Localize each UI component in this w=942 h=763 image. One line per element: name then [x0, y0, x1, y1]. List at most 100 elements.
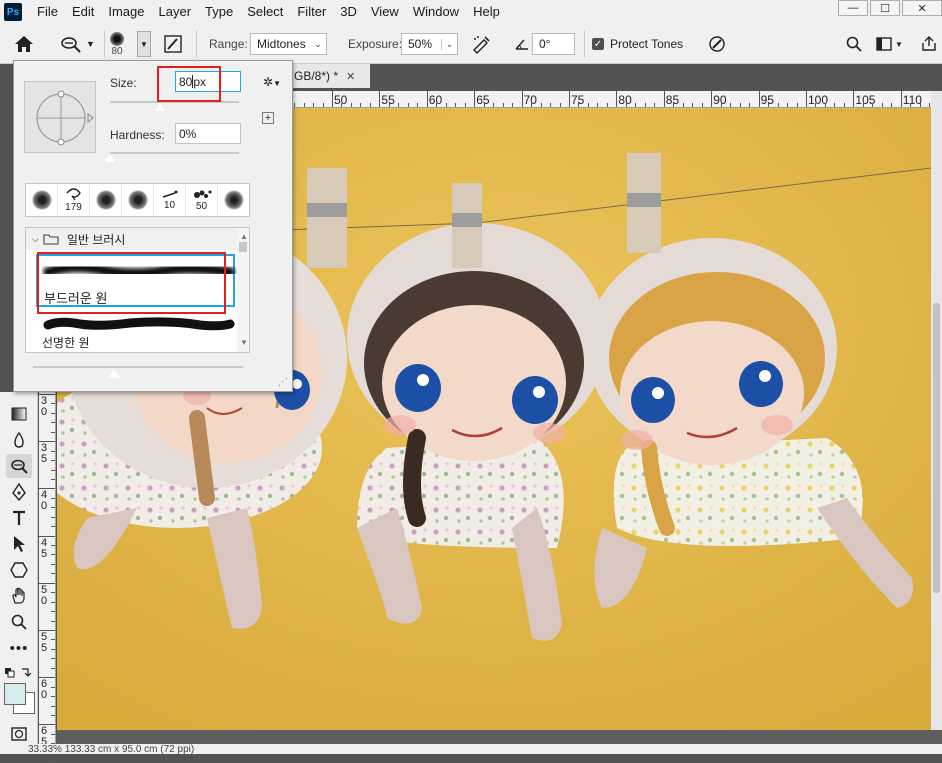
- blur-tool-button[interactable]: [6, 428, 32, 452]
- brush-settings-icon: [164, 35, 182, 53]
- shape-tool-button[interactable]: [6, 558, 32, 582]
- status-bar: 33.33% 133.33 cm x 95.0 cm (72 ppi): [0, 744, 942, 754]
- menu-help[interactable]: Help: [466, 0, 507, 24]
- folder-icon: [43, 234, 59, 245]
- angle-field[interactable]: 0°: [532, 33, 575, 55]
- pressure-size-button[interactable]: [707, 24, 727, 64]
- hardness-slider-track[interactable]: [110, 152, 239, 154]
- hand-icon: [12, 587, 25, 604]
- more-tools-button[interactable]: •••: [6, 636, 32, 660]
- size-unit: px: [193, 74, 207, 89]
- menu-file[interactable]: File: [30, 0, 65, 24]
- preview-size-slider-track[interactable]: [33, 366, 243, 368]
- quick-mask-button[interactable]: [6, 722, 32, 746]
- dodge-tool-preset-picker[interactable]: ▼: [60, 24, 95, 64]
- recent-brush-soft-round-3[interactable]: [218, 184, 249, 216]
- new-preset-button[interactable]: +: [262, 112, 274, 124]
- brush-picker-toggle[interactable]: ▼: [137, 24, 151, 64]
- separator: [196, 30, 197, 58]
- ruler-minor-tick: [464, 103, 466, 107]
- size-label: Size:: [110, 76, 137, 90]
- foreground-color-swatch[interactable]: [4, 683, 26, 705]
- brush-angle-roundness-preview[interactable]: [24, 81, 96, 153]
- hardness-input[interactable]: 0%: [175, 123, 241, 144]
- workspace-button[interactable]: ▼: [876, 24, 903, 64]
- menu-filter[interactable]: Filter: [290, 0, 333, 24]
- ruler-major-tick: [426, 91, 428, 107]
- zoom-tool-button[interactable]: [6, 610, 32, 634]
- ruler-minor-tick: [635, 103, 637, 107]
- brush-preset-picker[interactable]: 80: [110, 24, 124, 64]
- share-button[interactable]: [921, 24, 937, 64]
- protect-tones-toggle[interactable]: ✓ Protect Tones: [592, 24, 683, 64]
- resize-grip-icon[interactable]: ⋰: [278, 377, 288, 388]
- brush-item-selected[interactable]: 부드러운 원: [36, 254, 235, 307]
- menu-image[interactable]: Image: [101, 0, 151, 24]
- splatter-brush-icon: [193, 190, 211, 198]
- path-selection-tool-button[interactable]: [6, 532, 32, 556]
- range-dropdown[interactable]: Midtones ⌄: [250, 33, 327, 55]
- ruler-label-digit: 5: [41, 453, 48, 466]
- size-input[interactable]: 80 px: [175, 71, 241, 92]
- scroll-up-icon[interactable]: ▲: [240, 232, 248, 241]
- ruler-minor-tick: [360, 103, 362, 107]
- scrollbar-thumb[interactable]: [239, 242, 247, 252]
- default-swap-colors[interactable]: [4, 666, 32, 680]
- close-tab-icon[interactable]: ✕: [346, 70, 355, 83]
- close-window-button[interactable]: ✕: [902, 0, 942, 16]
- recent-brush-50[interactable]: 50: [186, 184, 218, 216]
- maximize-button[interactable]: ☐: [870, 0, 900, 16]
- home-icon[interactable]: [14, 24, 34, 64]
- ruler-minor-tick: [654, 103, 656, 107]
- ruler-minor-tick: [531, 103, 533, 107]
- menu-view[interactable]: View: [364, 0, 406, 24]
- soft-round-brush-icon: [223, 190, 244, 210]
- document-tab-title: GB/8*) *: [294, 69, 339, 83]
- menu-3d[interactable]: 3D: [333, 0, 364, 24]
- document-tab[interactable]: GB/8*) * ✕: [292, 64, 370, 88]
- scroll-down-icon[interactable]: ▼: [240, 338, 248, 347]
- menu-layer[interactable]: Layer: [152, 0, 199, 24]
- ruler-minor-tick: [730, 103, 732, 107]
- chevron-down-icon: ⌄: [441, 38, 457, 50]
- gradient-tool-button[interactable]: [6, 402, 32, 426]
- brush-list: ⌵ 일반 브러시 부드러운 원 선명한 원 ▲ ▼: [25, 227, 250, 353]
- menu-select[interactable]: Select: [240, 0, 290, 24]
- brush-panel-settings-button[interactable]: ✲▼: [263, 75, 281, 89]
- exposure-field[interactable]: 50% ⌄: [401, 33, 458, 55]
- brush-group-header[interactable]: ⌵ 일반 브러시: [26, 228, 249, 250]
- search-button[interactable]: [846, 24, 862, 64]
- scrollbar-thumb[interactable]: [933, 303, 940, 593]
- type-tool-button[interactable]: [6, 506, 32, 530]
- hand-tool-button[interactable]: [6, 584, 32, 608]
- preview-size-slider-thumb[interactable]: [108, 369, 120, 378]
- brush-list-scrollbar[interactable]: ▲ ▼: [237, 228, 249, 352]
- ruler-major-tick: [569, 91, 570, 107]
- recent-brush-soft-round-2[interactable]: [90, 184, 122, 216]
- pen-tool-button[interactable]: [6, 480, 32, 504]
- checkbox-checked-icon[interactable]: ✓: [592, 38, 604, 50]
- ruler-minor-tick: [398, 103, 400, 107]
- ruler-major-tick: [853, 91, 855, 107]
- recent-brush-10[interactable]: 10: [154, 184, 186, 216]
- curved-arrow-brush-icon: [65, 188, 81, 201]
- menu-window[interactable]: Window: [406, 0, 466, 24]
- ruler-minor-tick: [303, 103, 305, 107]
- size-slider-thumb[interactable]: [155, 103, 166, 111]
- recent-brush-soft-round[interactable]: [26, 184, 58, 216]
- hardness-slider-thumb[interactable]: [105, 154, 115, 162]
- vertical-scrollbar[interactable]: [931, 91, 942, 731]
- recent-brush-soft-round-pressure[interactable]: [122, 184, 154, 216]
- dodge-tool-button[interactable]: [6, 454, 32, 478]
- minimize-button[interactable]: —: [838, 0, 868, 16]
- brush-settings-panel-button[interactable]: [163, 24, 183, 64]
- menu-type[interactable]: Type: [198, 0, 240, 24]
- brush-item[interactable]: 선명한 원: [38, 314, 237, 350]
- size-slider-track[interactable]: [110, 101, 239, 103]
- ruler-minor-tick: [51, 497, 55, 499]
- gear-icon: ✲: [263, 75, 274, 89]
- ruler-label-digit: 5: [41, 642, 48, 654]
- airbrush-button[interactable]: [470, 24, 492, 64]
- menu-edit[interactable]: Edit: [65, 0, 101, 24]
- recent-brush-179[interactable]: 179: [58, 184, 90, 216]
